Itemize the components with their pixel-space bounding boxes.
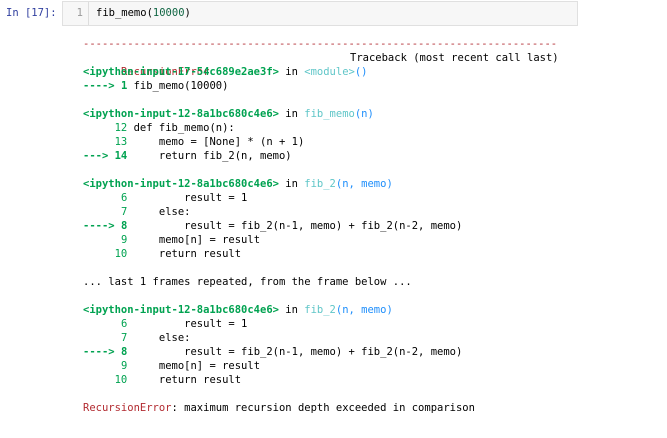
line-arrow	[83, 234, 121, 246]
line-arrow	[83, 318, 121, 330]
frame-func: fib_memo	[304, 108, 355, 120]
line-arrow	[83, 360, 121, 372]
line-arrow	[83, 248, 115, 260]
frame-code-line: 9 memo[n] = result	[83, 233, 667, 247]
frame-code-line: ----> 8 result = fib_2(n-1, memo) + fib_…	[83, 345, 667, 359]
line-code: memo[n] = result	[127, 234, 261, 246]
frame-header: <ipython-input-12-8a1bc680c4e6> in fib_m…	[83, 107, 667, 121]
line-num: 13	[114, 136, 128, 148]
notebook-cell: In [17]: 1 fib_memo(10000) -------------…	[0, 0, 667, 438]
code-close: )	[184, 7, 191, 19]
line-code: else:	[127, 332, 191, 344]
frame-file: <ipython-input-12-8a1bc680c4e6>	[83, 108, 279, 120]
frame-code-line: 6 result = 1	[83, 317, 667, 331]
line-arrow	[83, 332, 121, 344]
frame-code-line: 9 memo[n] = result	[83, 359, 667, 373]
final-error-line: RecursionError: maximum recursion depth …	[83, 401, 667, 415]
line-code: return result	[127, 374, 242, 386]
traceback-dashes: ----------------------------------------…	[83, 38, 558, 50]
frames-container: <ipython-input-17-54c689e2ae3f> in <modu…	[83, 65, 667, 275]
frame-in: in	[278, 66, 305, 78]
line-code: result = fib_2(n-1, memo) + fib_2(n-2, m…	[127, 346, 463, 358]
frame-file: <ipython-input-12-8a1bc680c4e6>	[83, 178, 279, 190]
code-func: fib_memo(	[96, 7, 153, 19]
frame-func: fib_2	[304, 304, 336, 316]
frame-in: in	[278, 178, 305, 190]
line-code: return fib_2(n, memo)	[127, 150, 292, 162]
final-error-message: : maximum recursion depth exceeded in co…	[171, 402, 475, 414]
line-code: memo[n] = result	[127, 360, 261, 372]
frame-args: (n, memo)	[335, 178, 393, 190]
line-arrow	[83, 136, 115, 148]
frame-in: in	[278, 108, 305, 120]
line-code: fib_memo(10000)	[127, 80, 229, 92]
line-code: return result	[127, 248, 242, 260]
frame-header: <ipython-input-17-54c689e2ae3f> in <modu…	[83, 65, 667, 79]
frame-code-line: ----> 1 fib_memo(10000)	[83, 79, 667, 93]
frame-code-line: 7 else:	[83, 331, 667, 345]
frame-args: ()	[354, 66, 368, 78]
line-arrow	[83, 374, 115, 386]
frame-code-line: 7 else:	[83, 205, 667, 219]
frame-file: <ipython-input-17-54c689e2ae3f>	[83, 66, 279, 78]
code-input-area[interactable]: 1 fib_memo(10000)	[62, 1, 578, 26]
frame-file: <ipython-input-12-8a1bc680c4e6>	[83, 304, 279, 316]
line-num: 14	[114, 150, 128, 162]
line-code: result = fib_2(n-1, memo) + fib_2(n-2, m…	[127, 220, 463, 232]
line-arrow	[83, 122, 115, 134]
traceback-header: RecursionError Traceback (most recent ca…	[83, 51, 667, 78]
frame-in: in	[278, 304, 305, 316]
line-num: 10	[114, 374, 128, 386]
frame-code-line: ----> 8 result = fib_2(n-1, memo) + fib_…	[83, 219, 667, 233]
traceback-output: ----------------------------------------…	[83, 37, 667, 415]
frame-code-line: ---> 14 return fib_2(n, memo)	[83, 149, 667, 163]
frame-code-line: 13 memo = [None] * (n + 1)	[83, 135, 667, 149]
line-code: else:	[127, 206, 191, 218]
frame-header: <ipython-input-12-8a1bc680c4e6> in fib_2…	[83, 303, 667, 317]
frame-code-line: 6 result = 1	[83, 191, 667, 205]
traceback-label: Traceback (most recent call last)	[350, 52, 559, 64]
final-error-name: RecursionError	[83, 402, 172, 414]
frame-args: (n, memo)	[335, 304, 393, 316]
line-code: def fib_memo(n):	[127, 122, 235, 134]
code-arg: 10000	[152, 7, 185, 19]
line-arrow: ---->	[83, 80, 121, 92]
line-num: 12	[114, 122, 128, 134]
frame-func: fib_2	[304, 178, 336, 190]
line-arrow	[83, 192, 121, 204]
frame-code-line: 10 return result	[83, 247, 667, 261]
line-arrow: --->	[83, 150, 115, 162]
frame-func: <module>	[304, 66, 355, 78]
line-number: 1	[63, 2, 89, 25]
line-num: 10	[114, 248, 128, 260]
line-code: result = 1	[127, 318, 248, 330]
code-input-text[interactable]: fib_memo(10000)	[96, 2, 191, 25]
input-prompt: In [17]:	[6, 7, 57, 19]
repeated-note: ... last 1 frames repeated, from the fra…	[83, 276, 412, 288]
line-arrow: ---->	[83, 220, 121, 232]
line-arrow	[83, 206, 121, 218]
frame-code-line: 12 def fib_memo(n):	[83, 121, 667, 135]
frame-code-line: 10 return result	[83, 373, 667, 387]
line-code: memo = [None] * (n + 1)	[127, 136, 305, 148]
frame-header: <ipython-input-12-8a1bc680c4e6> in fib_2…	[83, 177, 667, 191]
line-arrow: ---->	[83, 346, 121, 358]
repeat-frame-container: <ipython-input-12-8a1bc680c4e6> in fib_2…	[83, 303, 667, 401]
frame-args: (n)	[354, 108, 374, 120]
line-code: result = 1	[127, 192, 248, 204]
